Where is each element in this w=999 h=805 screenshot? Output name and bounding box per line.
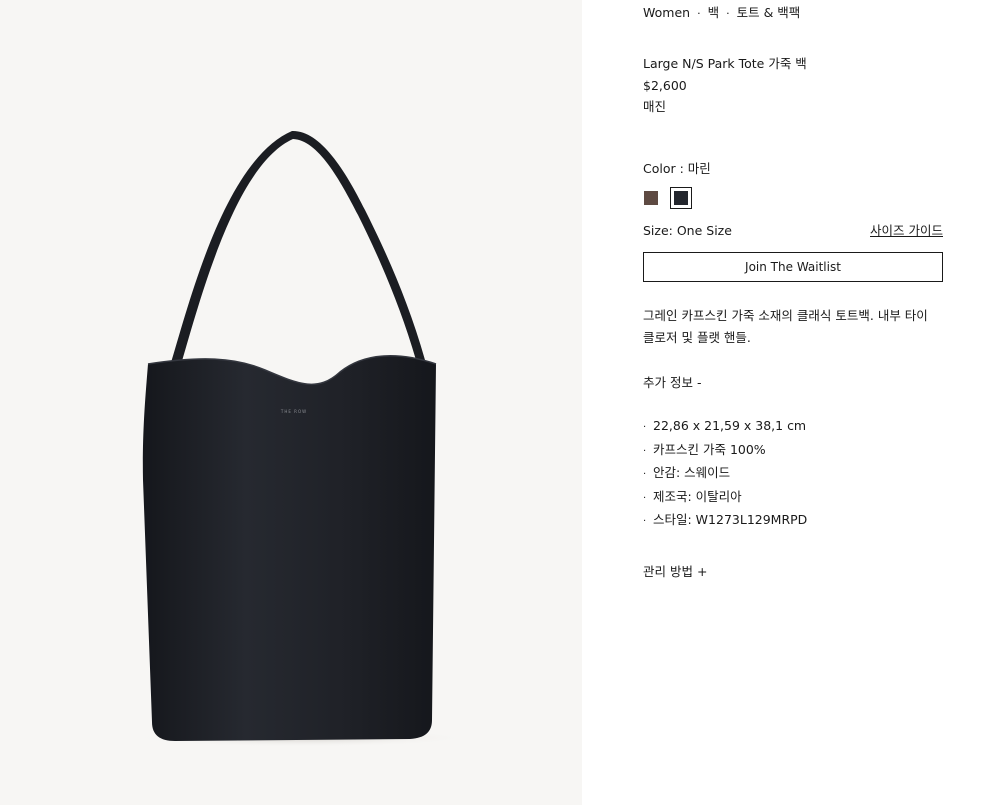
bullet-icon: · [643,516,647,527]
breadcrumb: Women · 백 · 토트 & 백팩 [643,4,800,22]
breadcrumb-bags[interactable]: 백 [708,5,720,20]
swatch-fill [644,191,658,205]
spec-lining: 안감: 스웨이드 [653,465,731,480]
bullet-icon: · [643,492,647,504]
join-waitlist-button[interactable]: Join The Waitlist [643,252,943,282]
breadcrumb-separator: · [697,7,701,20]
breadcrumb-totes-backpacks[interactable]: 토트 & 백팩 [737,5,801,20]
care-instructions-toggle[interactable]: 관리 방법 + [643,563,707,581]
bullet-icon: · [643,469,647,480]
product-price: $2,600 [643,78,687,93]
list-item: · 제조국: 이탈리아 [643,486,807,510]
color-swatches [643,187,692,209]
spec-list: · 22,86 x 21,59 x 38,1 cm · 카프스킨 가죽 100% ·… [643,415,807,533]
bullet-icon: · [643,422,647,433]
size-guide-link[interactable]: 사이즈 가이드 [870,222,943,240]
spec-origin: 제조국: 이탈리아 [653,488,742,504]
product-image: THE ROW [130,130,470,747]
swatch-fill [674,191,688,205]
product-title: Large N/S Park Tote 가죽 백 [643,56,807,71]
size-row: Size: One Size 사이즈 가이드 [643,222,943,240]
spec-material: 카프스킨 가죽 100% [653,441,766,457]
size-label: Size: One Size [643,223,732,238]
list-item: · 카프스킨 가죽 100% [643,439,807,463]
bag-logo: THE ROW [280,409,307,414]
list-item: · 안감: 스웨이드 [643,462,807,486]
bag-strap [170,130,425,368]
color-swatch-marine[interactable] [670,187,692,209]
more-info-toggle[interactable]: 추가 정보 - [643,374,701,392]
product-image-panel: THE ROW [0,0,582,805]
product-description: 그레인 카프스킨 가죽 소재의 클래식 토트백. 내부 타이 클로저 및 플랫 … [643,308,928,345]
spec-style-code: 스타일: W1273L129MRPD [653,512,808,527]
color-label: Color : 마린 [643,161,711,176]
breadcrumb-women[interactable]: Women [643,5,690,20]
spec-dimensions: 22,86 x 21,59 x 38,1 cm [653,418,807,433]
list-item: · 스타일: W1273L129MRPD [643,509,807,533]
stock-status: 매진 [643,99,667,114]
color-swatch-brown[interactable] [643,190,659,206]
breadcrumb-separator: · [726,7,730,20]
list-item: · 22,86 x 21,59 x 38,1 cm [643,415,807,439]
bullet-icon: · [643,445,647,457]
product-page: THE ROW Women · 백 · 토트 & 백팩 Large N/S Park T… [0,0,999,805]
